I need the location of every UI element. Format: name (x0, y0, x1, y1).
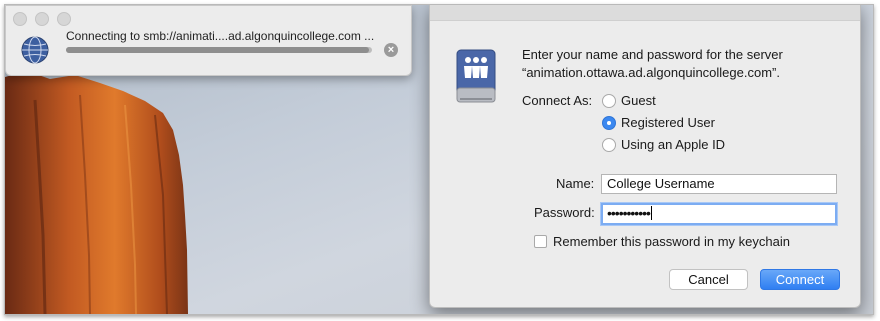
remember-keychain-row[interactable]: Remember this password in my keychain (534, 234, 790, 249)
radio-apple-id-label: Using an Apple ID (621, 137, 726, 152)
password-field[interactable]: ••••••••••• (601, 203, 837, 225)
auth-dialog: Enter your name and password for the ser… (429, 5, 861, 308)
progress-fill (66, 47, 369, 53)
prompt-line-1: Enter your name and password for the ser… (522, 47, 783, 62)
zoom-button[interactable] (57, 12, 71, 26)
connect-as-label: Connect As: (522, 93, 593, 108)
radio-registered-user-indicator[interactable] (602, 115, 616, 130)
connecting-window: Connecting to smb://animati....ad.algonq… (5, 5, 412, 76)
connection-progress-bar (66, 47, 372, 53)
text-caret (650, 206, 652, 220)
connect-button[interactable]: Connect (760, 269, 840, 290)
network-globe-icon (21, 36, 49, 64)
name-label: Name: (556, 176, 595, 191)
cancel-button[interactable]: Cancel (669, 269, 748, 290)
desktop-wallpaper: Connecting to smb://animati....ad.algonq… (5, 5, 873, 314)
radio-apple-id-indicator[interactable] (602, 137, 616, 152)
password-field-value: ••••••••••• (607, 205, 651, 221)
auth-prompt: Enter your name and password for the ser… (522, 46, 783, 82)
radio-guest[interactable]: Guest (602, 93, 656, 108)
dialog-titlebar (430, 5, 860, 21)
minimize-button[interactable] (35, 12, 49, 26)
radio-apple-id[interactable]: Using an Apple ID (602, 137, 725, 152)
radio-guest-label: Guest (621, 93, 656, 108)
window-controls (13, 12, 71, 26)
radio-registered-user[interactable]: Registered User (602, 115, 715, 130)
shared-server-icon (456, 49, 496, 103)
radio-registered-user-label: Registered User (621, 115, 715, 130)
stop-x-icon[interactable]: × (384, 43, 398, 57)
connection-status-text: Connecting to smb://animati....ad.algonq… (66, 29, 375, 43)
close-button[interactable] (13, 12, 27, 26)
password-label: Password: (534, 205, 595, 220)
prompt-line-2: “animation.ottawa.ad.algonquincollege.co… (522, 65, 780, 80)
radio-guest-indicator[interactable] (602, 93, 616, 108)
remember-keychain-checkbox[interactable] (534, 235, 547, 248)
name-field-value: College Username (607, 176, 715, 191)
screenshot-frame: Connecting to smb://animati....ad.algonq… (4, 4, 874, 315)
remember-keychain-label: Remember this password in my keychain (553, 234, 790, 249)
name-field[interactable]: College Username (601, 174, 837, 194)
